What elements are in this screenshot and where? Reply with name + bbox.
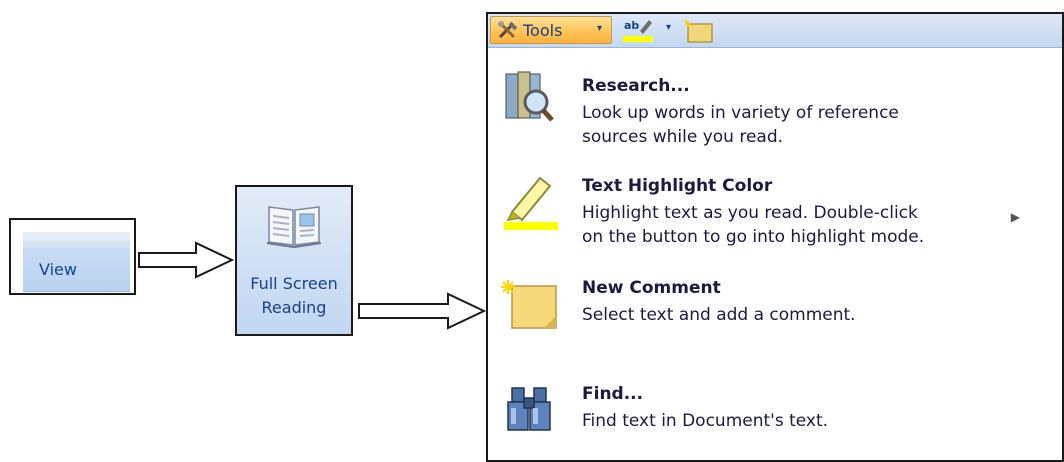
full-screen-label-line1: Full Screen [250,274,338,293]
tools-label: Tools [523,21,563,40]
submenu-arrow-icon[interactable]: ▶ [1011,210,1020,224]
description-line: sources while you read. [582,127,784,147]
menu-item-text-highlight-color[interactable]: Text Highlight Color Highlight text as y… [488,176,1062,258]
svg-text:ab: ab [624,19,639,32]
menu-item-description: Look up words in variety of reference so… [582,101,1022,149]
reading-toolbar: Tools ▾ ab ▾ [488,14,1062,48]
tools-menu: Tools ▾ ab ▾ Research... Look up words i… [486,12,1064,462]
menu-item-title: Research... [582,76,690,96]
menu-item-find[interactable]: Find... Find text in Document's text. [488,384,1062,448]
menu-item-new-comment[interactable]: New Comment Select text and add a commen… [488,278,1062,342]
highlight-button[interactable]: ab [622,17,654,43]
description-line: Highlight text as you read. Double-click [582,203,918,223]
ribbon-band [23,241,130,248]
new-comment-button[interactable] [684,19,714,43]
menu-item-research[interactable]: Research... Look up words in variety of … [488,71,1062,158]
view-tab[interactable]: View [23,248,130,292]
full-screen-label-line2: Reading [261,298,327,317]
research-icon [505,71,554,122]
right-arrow-icon [358,292,486,330]
binoculars-icon [507,387,551,431]
description-line: Look up words in variety of reference [582,103,899,123]
description-line: Select text and add a comment. [582,305,856,325]
ribbon-band [23,232,130,241]
menu-item-description: Find text in Document's text. [582,409,1022,433]
menu-item-title: Find... [582,384,644,404]
description-line: Find text in Document's text. [582,411,829,431]
open-book-icon [266,206,322,248]
chevron-down-icon: ▾ [597,23,603,34]
menu-item-title: New Comment [582,278,721,298]
menu-item-description: Select text and add a comment. [582,303,1022,327]
view-tab-frame: View [9,218,136,295]
menu-item-title: Text Highlight Color [582,176,773,196]
menu-item-description: Highlight text as you read. Double-click… [582,201,1022,249]
view-tab-label: View [39,260,77,279]
new-comment-icon [501,280,557,329]
tools-button[interactable]: Tools ▾ [490,16,612,44]
tools-icon [498,21,518,39]
full-screen-reading-button[interactable]: Full Screen Reading [235,185,353,336]
description-line: on the button to go into highlight mode. [582,227,925,247]
highlighter-icon [504,176,558,230]
right-arrow-icon [138,241,234,279]
chevron-down-icon[interactable]: ▾ [666,22,671,33]
